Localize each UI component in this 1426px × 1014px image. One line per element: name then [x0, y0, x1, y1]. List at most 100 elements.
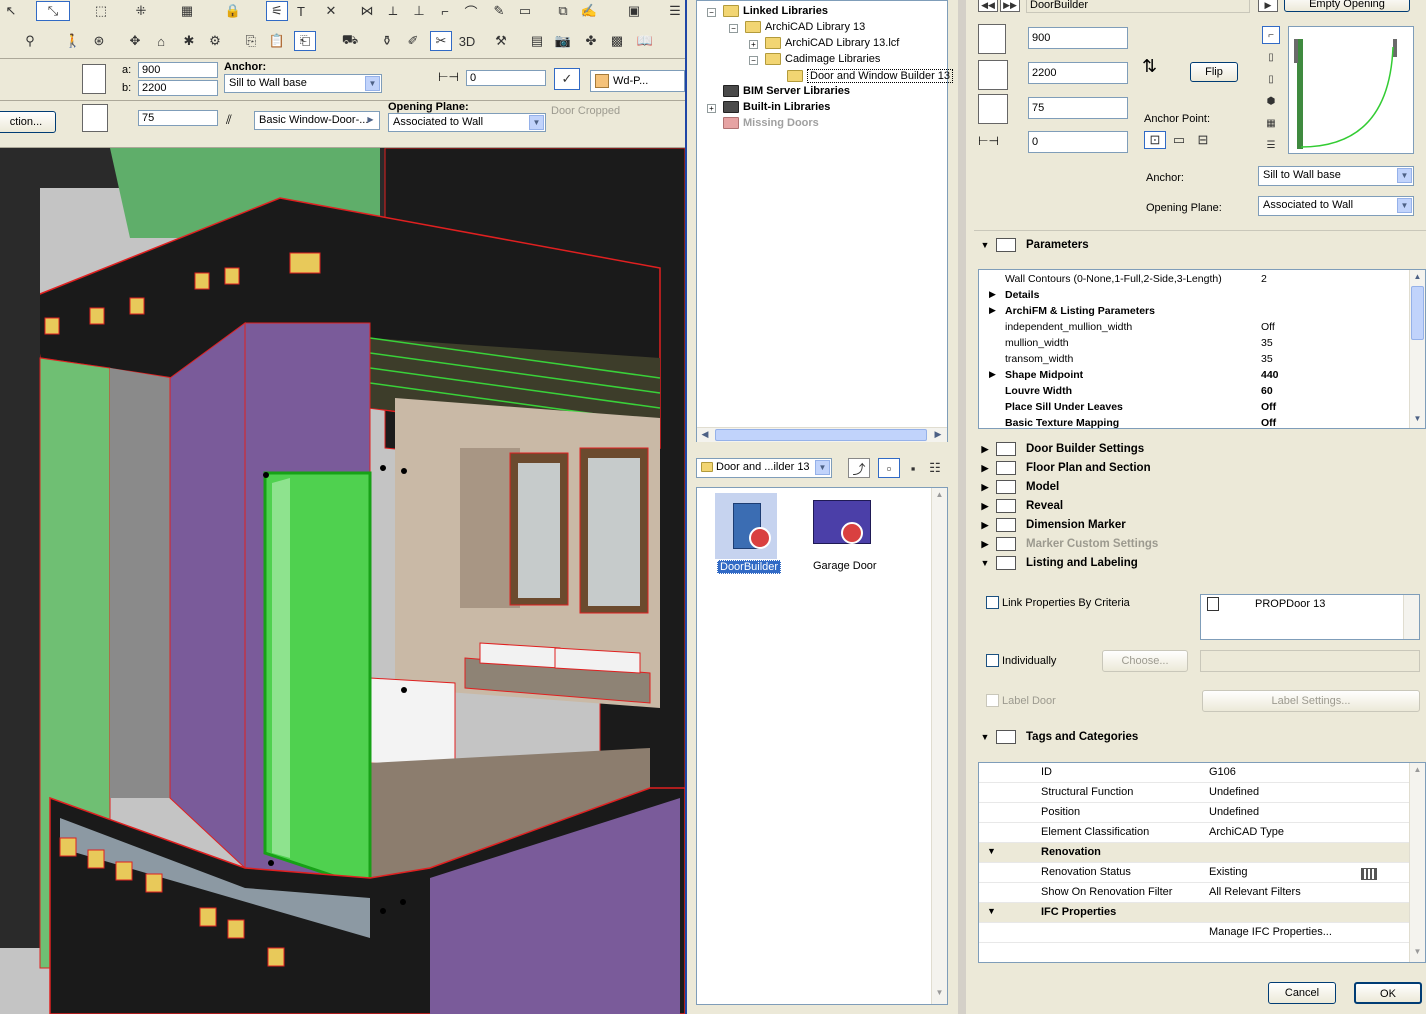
parameter-row[interactable]: ▶ ArchiFM & Listing Parameters — [979, 305, 1425, 321]
expand-triangle-icon[interactable]: ▶ — [989, 305, 996, 316]
scroll-up-icon[interactable]: ▲ — [1411, 272, 1424, 281]
collapse-icon[interactable]: − — [707, 8, 716, 17]
parameter-row[interactable]: independent_mullion_width Off — [979, 321, 1425, 337]
image-icon[interactable]: ▤ — [526, 31, 548, 51]
offset-input[interactable]: 0 — [1028, 131, 1128, 153]
camera-icon[interactable]: 📷 — [552, 31, 574, 51]
empty-opening-button[interactable]: Empty Opening — [1284, 0, 1410, 12]
scroll-up-icon[interactable]: ▲ — [1411, 765, 1424, 774]
text-tool-icon[interactable]: T — [290, 1, 312, 21]
listing-section-header[interactable]: ▼ Listing and Labeling — [974, 554, 1426, 572]
axonometric-icon[interactable]: ⬢ — [1262, 92, 1280, 110]
sill-input[interactable]: 75 — [1028, 97, 1128, 119]
parameter-value[interactable]: 35 — [1261, 353, 1273, 365]
up-folder-icon[interactable]: ⤴ — [848, 458, 870, 478]
parameter-row[interactable]: Place Sill Under Leaves Off — [979, 401, 1425, 417]
tag-value[interactable]: Manage IFC Properties... — [1209, 926, 1332, 938]
tag-value[interactable]: ArchiCAD Type — [1209, 826, 1284, 838]
scroll-down-icon[interactable]: ▼ — [1411, 947, 1424, 956]
scroll-down-icon[interactable]: ▼ — [1411, 414, 1424, 423]
pick-icon[interactable]: ✎ — [488, 1, 510, 21]
panel-splitter[interactable] — [685, 0, 696, 1014]
parameter-row[interactable]: Louvre Width 60 — [979, 385, 1425, 401]
height-input[interactable]: 2200 — [138, 80, 218, 96]
move-icon[interactable]: ✥ — [124, 31, 146, 51]
opening-plane-select[interactable]: Associated to Wall ▼ — [1258, 196, 1414, 216]
next-icon[interactable]: ▶▶ — [1000, 0, 1020, 12]
orbit-icon[interactable]: ⊛ — [88, 31, 110, 51]
tree-item-built-in[interactable]: Built-in Libraries — [723, 101, 830, 113]
explode-icon[interactable]: ✱ — [178, 31, 200, 51]
home-icon[interactable]: ⌂ — [150, 31, 172, 51]
tags-table[interactable]: ID G106 Structural Function Undefined Positi… — [978, 762, 1426, 963]
clipboard-icon[interactable]: ⎗ — [294, 31, 316, 51]
sill-input[interactable]: 75 — [138, 110, 218, 126]
scroll-right-icon[interactable]: ▶ — [931, 429, 945, 441]
select-mode-icon[interactable]: ⬚ — [84, 1, 118, 21]
layer-icon[interactable]: ▦ — [176, 1, 198, 21]
vertical-scrollbar[interactable]: ▲ ▼ — [931, 488, 947, 1004]
expand-triangle-icon[interactable]: ▶ — [989, 369, 996, 380]
offset-input[interactable]: 0 — [466, 70, 546, 86]
ok-button[interactable]: OK — [1354, 982, 1422, 1004]
anchor-bottom-right-icon[interactable]: ⊟ — [1192, 131, 1214, 149]
link-properties-checkbox[interactable] — [986, 596, 999, 609]
stamp-icon[interactable]: ⚱ — [376, 31, 398, 51]
erase-icon[interactable]: ▭ — [514, 1, 536, 21]
library-tree[interactable]: − Linked Libraries − ArchiCAD Library 13… — [696, 0, 954, 442]
triangle-down-icon[interactable]: ▼ — [987, 906, 996, 916]
scroll-thumb[interactable] — [1411, 286, 1424, 340]
opening-plane-select[interactable]: Associated to Wall ▼ — [388, 113, 546, 132]
bucket-icon[interactable]: ⛟ — [332, 31, 368, 51]
vertical-scrollbar[interactable]: ▲ ▼ — [1409, 763, 1425, 962]
arc-icon[interactable]: ⌒ — [460, 1, 482, 21]
section-header[interactable]: ▶ Dimension Marker — [974, 516, 1426, 534]
tag-row[interactable]: ▼ Renovation — [979, 843, 1425, 863]
plan-view-icon[interactable]: ⌐ — [1262, 26, 1280, 44]
tag-value[interactable]: G106 — [1209, 766, 1236, 778]
tag-row[interactable]: Manage IFC Properties... — [979, 923, 1425, 943]
collapse-icon[interactable]: − — [729, 24, 738, 33]
list-icon[interactable]: ☰ — [1262, 136, 1280, 154]
extend-icon[interactable]: ⊥ — [408, 1, 430, 21]
prev-icon[interactable]: ◀◀ — [978, 0, 998, 12]
section-header[interactable]: ▶ Reveal — [974, 497, 1426, 515]
expand-triangle-icon[interactable]: ▶ — [989, 289, 996, 300]
arrow-tool-icon[interactable]: ↖ — [0, 1, 22, 21]
library-item-garage-door[interactable] — [811, 498, 873, 546]
width-input[interactable]: 900 — [1028, 27, 1128, 49]
chevron-right-icon[interactable]: ▶ — [1258, 0, 1278, 12]
tag-value[interactable]: All Relevant Filters — [1209, 886, 1301, 898]
sweep-icon[interactable]: ⚒ — [490, 31, 512, 51]
label-door-checkbox[interactable] — [986, 694, 999, 707]
grid-icon[interactable] — [1361, 868, 1377, 880]
width-input[interactable]: 900 — [138, 62, 218, 78]
snap-grid-icon[interactable]: ⁜ — [130, 1, 152, 21]
list-view-icon[interactable]: ☷ — [924, 458, 946, 478]
edit-icon[interactable]: ✐ — [402, 31, 424, 51]
split-icon[interactable]: ⋈ — [356, 1, 378, 21]
close-icon[interactable]: ✕ — [320, 1, 342, 21]
parameters-table[interactable]: Wall Contours (0-None,1-Full,2-Side,3-Le… — [978, 269, 1426, 429]
scroll-left-icon[interactable]: ◀ — [698, 429, 712, 441]
individually-checkbox[interactable] — [986, 654, 999, 667]
library-item-doorbuilder[interactable] — [715, 493, 777, 559]
parameter-row[interactable]: ▶ Details — [979, 289, 1425, 305]
adjust-icon[interactable]: ⟂ — [382, 1, 404, 21]
fillet-icon[interactable]: ⌐ — [434, 1, 456, 21]
gear-icon[interactable]: ⚙ — [204, 31, 226, 51]
render-icon[interactable]: ✤ — [580, 31, 602, 51]
section-header[interactable]: ▶ Door Builder Settings — [974, 440, 1426, 458]
parameter-row[interactable]: Basic Texture Mapping Off — [979, 417, 1425, 433]
section-view-icon[interactable]: ▦ — [1262, 114, 1280, 132]
expand-icon[interactable]: + — [707, 104, 716, 113]
gravity-icon[interactable]: ⚟ — [266, 1, 288, 21]
tree-item-door-window-builder[interactable]: Door and Window Builder 13 — [787, 69, 954, 83]
parameter-value[interactable]: 35 — [1261, 337, 1273, 349]
vertical-scrollbar[interactable]: ▲ ▼ — [1409, 270, 1425, 428]
pen-tool-icon[interactable]: ⚲ — [10, 31, 50, 51]
flip-button[interactable]: Flip — [1190, 62, 1238, 82]
marquee-tool-icon[interactable]: ⤡ — [36, 1, 70, 21]
expand-icon[interactable]: + — [749, 40, 758, 49]
scroll-up-icon[interactable]: ▲ — [933, 490, 946, 499]
